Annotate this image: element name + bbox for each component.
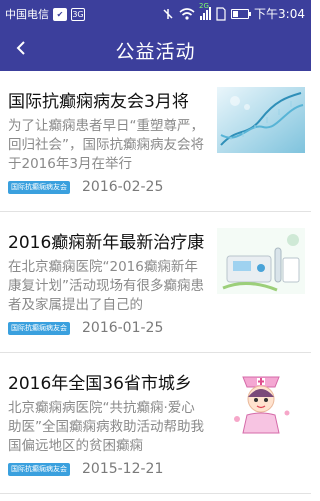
article-thumbnail-nurse [217, 369, 305, 435]
list-item[interactable]: 2016年全国36省市城乡 北京癫痫病医院“共抗癫痫·爱心助医”全国癫痫病救助活… [0, 353, 311, 494]
wifi-icon [179, 7, 195, 20]
sim-card-icon [216, 6, 226, 21]
article-summary: 北京癫痫病医院“共抗癫痫·爱心助医”全国癫痫病救助活动帮助我国偏远地区的贫困癫痫 [8, 400, 204, 454]
page-title: 公益活动 [115, 41, 196, 63]
category-tag: 国际抗癫痫病友会 [8, 322, 70, 335]
list-item[interactable]: 国际抗癫痫病友会3月将 为了让癫痫患者早日“重塑尊严，回归社会”，国际抗癫痫病友… [0, 71, 311, 212]
status-bar: 中国电信 ✔ 3G 2G 下午3:04 [0, 0, 311, 25]
signal-icon: 2G [199, 2, 212, 20]
network-3g-icon: 3G [71, 7, 85, 21]
article-list: 国际抗癫痫病友会3月将 为了让癫痫患者早日“重塑尊严，回归社会”，国际抗癫痫病友… [0, 71, 311, 494]
app-header: 公益活动 [0, 25, 311, 71]
carrier-label: 中国电信 [5, 8, 49, 21]
article-thumbnail-dna [217, 87, 305, 153]
article-thumbnail-medical [217, 228, 305, 294]
network-type-label: 2G [199, 2, 209, 10]
category-tag: 国际抗癫痫病友会 [8, 463, 70, 476]
status-right: 2G 下午3:04 [162, 2, 305, 22]
article-date: 2016-02-25 [82, 179, 164, 195]
article-summary: 为了让癫痫患者早日“重塑尊严，回归社会”，国际抗癫痫病友会将于2016年3月在举… [8, 118, 204, 172]
no-sim-icon [163, 8, 173, 19]
battery-icon [231, 8, 252, 19]
category-tag: 国际抗癫痫病友会 [8, 181, 70, 194]
clock: 下午3:04 [254, 7, 305, 21]
list-item[interactable]: 2016癫痫新年最新治疗康 在北京癫痫医院“2016癫痫新年康复计划”活动现场有… [0, 212, 311, 353]
notification-icon: ✔ [53, 7, 67, 21]
article-summary: 在北京癫痫医院“2016癫痫新年康复计划”活动现场有很多癫痫患者及家属提出了自己… [8, 259, 204, 313]
article-date: 2015-12-21 [82, 461, 164, 477]
status-left: 中国电信 ✔ 3G [5, 6, 85, 22]
article-date: 2016-01-25 [82, 320, 164, 336]
